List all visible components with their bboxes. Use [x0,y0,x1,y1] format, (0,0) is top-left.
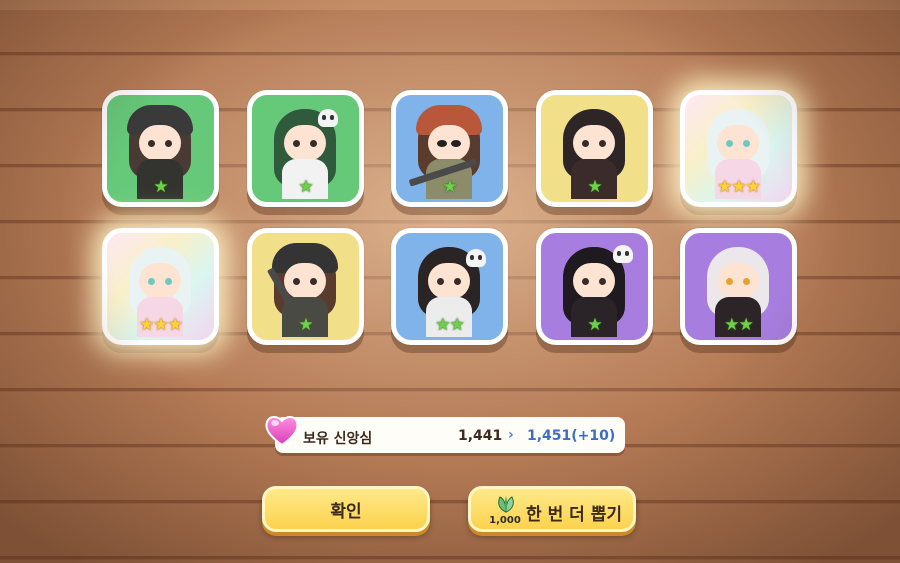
character-card-9[interactable]: ★ [536,228,653,345]
confirm-button-label: 확인 [330,501,362,522]
character-card-2[interactable]: ★ [247,90,364,207]
confirm-button[interactable]: 확인 [262,486,430,532]
character-face [717,263,759,299]
faith-arrow: › [508,427,514,443]
character-card-6[interactable]: ★★★ [102,228,219,345]
draw-again-button[interactable]: 1,000 한 번 더 뽑기 [468,486,636,532]
character-card-10[interactable]: ★★ [680,228,797,345]
skull-icon [318,109,338,127]
draw-cost-value: 1,000 [489,515,521,526]
leaf-icon [498,496,514,513]
character-face [717,125,759,161]
star-rating: ★ [153,177,168,197]
gacha-result-grid: ★ ★ ★ ★ ★★★ ★★★ ★ ★★ ★ ★★ [0,0,900,380]
character-face [428,263,470,299]
character-face [428,125,470,161]
star-rating: ★ [298,315,313,335]
character-face [573,263,615,299]
draw-cost: 1,000 [485,493,525,529]
heart-icon [265,416,299,447]
character-card-1[interactable]: ★ [102,90,219,207]
draw-again-label: 한 번 더 뽑기 [526,505,622,525]
faith-new-value: 1,451(+10) [527,428,616,444]
skull-icon [466,249,486,267]
star-rating: ★ [442,177,457,197]
star-rating: ★★ [435,315,464,335]
character-card-8[interactable]: ★★ [391,228,508,345]
faith-current-value: 1,441 [458,428,503,444]
star-rating: ★ [298,177,313,197]
character-face [284,263,326,299]
skull-icon [613,245,633,263]
faith-label: 보유 신앙심 [303,431,373,447]
star-rating: ★★★ [717,177,761,197]
character-face [139,263,181,299]
character-card-5[interactable]: ★★★ [680,90,797,207]
star-rating: ★★ [724,315,753,335]
star-rating: ★★★ [139,315,183,335]
star-rating: ★ [587,315,602,335]
character-card-7[interactable]: ★ [247,228,364,345]
character-face [139,125,181,161]
character-face [284,125,326,161]
character-face [573,125,615,161]
character-card-3[interactable]: ★ [391,90,508,207]
star-rating: ★ [587,177,602,197]
character-card-4[interactable]: ★ [536,90,653,207]
